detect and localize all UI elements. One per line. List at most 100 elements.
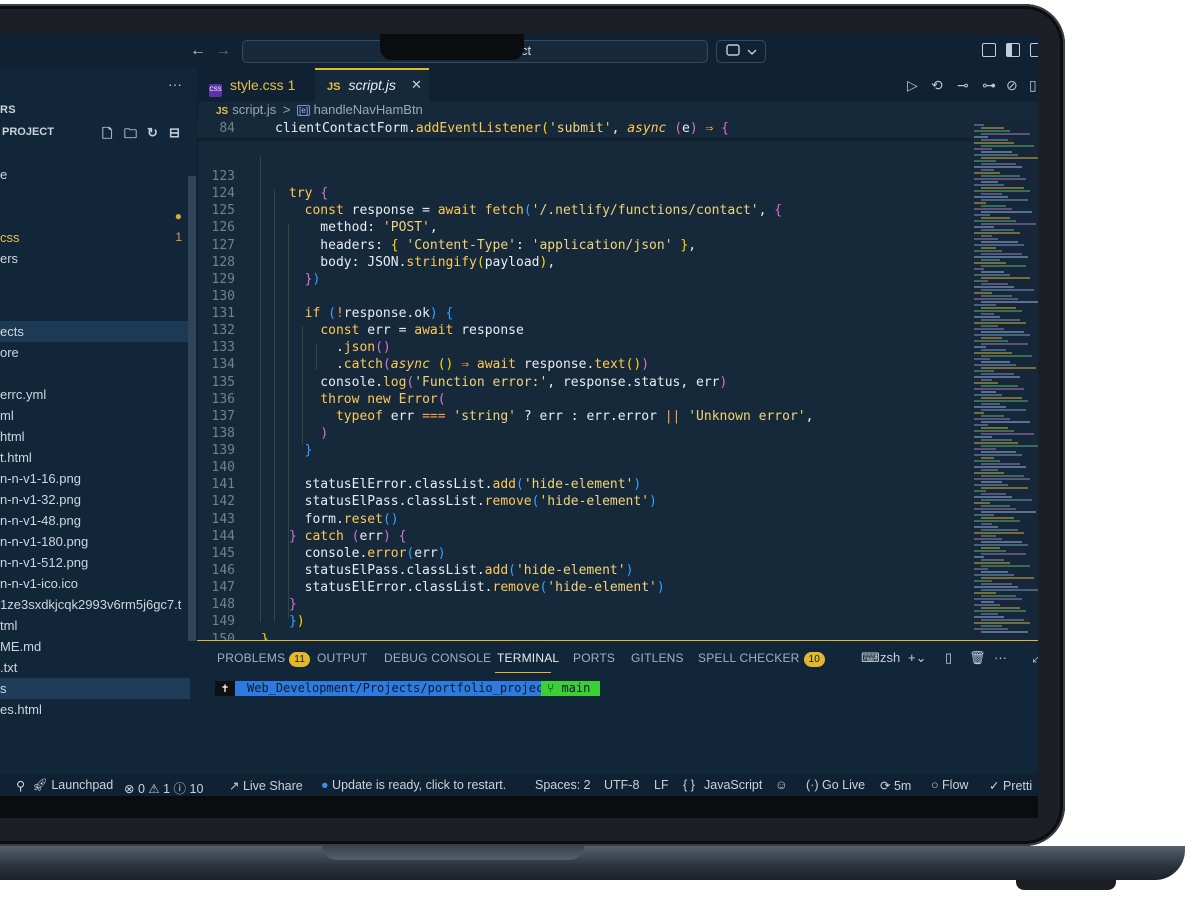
code-editor[interactable]: 123 124 try {125 const response = await fe… bbox=[197, 120, 972, 640]
copilot-status-icon[interactable]: ☺ bbox=[775, 778, 788, 792]
maximize-panel-icon[interactable]: ⤢ bbox=[1032, 650, 1038, 666]
panel-tab[interactable]: OUTPUT bbox=[317, 651, 368, 665]
file-label: 1ze3sxdkjcqk2993v6rm5j6gc7.t bbox=[0, 597, 182, 612]
file-tree-item[interactable]: errc.yml bbox=[0, 384, 190, 405]
new-folder-icon[interactable]: 🗀 bbox=[124, 125, 137, 147]
update-item[interactable]: ● Update is ready, click to restart. bbox=[321, 778, 506, 792]
file-tree-item[interactable]: t.html bbox=[0, 447, 190, 468]
split-editor-icon[interactable]: ▯ bbox=[1029, 77, 1037, 94]
terminal-shell-label[interactable]: zsh bbox=[880, 650, 900, 665]
indentation-item[interactable]: Spaces: 2 bbox=[535, 778, 591, 792]
minimap-line bbox=[981, 445, 1038, 447]
forward-icon[interactable]: → bbox=[215, 42, 231, 60]
minimap-line bbox=[981, 391, 996, 393]
minimap-line bbox=[981, 433, 1034, 435]
prettier-item[interactable]: ✓ Pretti bbox=[989, 778, 1032, 793]
more-actions-icon[interactable]: ··· bbox=[168, 76, 182, 92]
git-next-change-icon[interactable]: ⊶ bbox=[982, 77, 996, 94]
close-tab-icon[interactable]: ✕ bbox=[411, 70, 422, 100]
code-line: body: JSON.stringify(payload), bbox=[289, 254, 556, 270]
file-tree-item[interactable]: html bbox=[0, 426, 190, 447]
file-tree-item[interactable]: ● bbox=[0, 206, 190, 227]
git-compare-previous-icon[interactable]: ⟲ bbox=[931, 77, 943, 94]
panel-tab[interactable]: SPELL CHECKER 10 bbox=[698, 651, 826, 667]
panel-tab[interactable]: DEBUG CONSOLE bbox=[384, 651, 491, 665]
file-tree-item[interactable]: ml bbox=[0, 405, 190, 426]
line-number: 126 bbox=[211, 220, 235, 236]
file-status-badge: ● bbox=[174, 209, 182, 223]
timer-item[interactable]: ⟳ 5m bbox=[880, 778, 911, 793]
back-icon[interactable]: ← bbox=[190, 42, 206, 60]
git-blame-icon[interactable]: ⊘ bbox=[1006, 77, 1018, 94]
toggle-panel-icon[interactable] bbox=[1006, 43, 1020, 57]
git-commit-icon[interactable]: ⊸ bbox=[957, 77, 969, 94]
file-tree-item[interactable]: ore bbox=[0, 342, 190, 363]
minimap-line bbox=[974, 586, 1018, 588]
minimap-line bbox=[981, 259, 1000, 261]
problems-status[interactable]: ⊗ 0 ⚠ 1 ⓘ 10 bbox=[124, 778, 203, 797]
trash-icon[interactable]: 🗑 bbox=[969, 650, 986, 666]
tab-style-css[interactable]: CSS style.css 1 bbox=[197, 68, 313, 102]
breadcrumb: JS script.js > [e] handleNavHamBtn bbox=[216, 102, 423, 120]
language-mode-item[interactable]: JavaScript bbox=[704, 778, 762, 792]
minimap[interactable] bbox=[972, 120, 1038, 640]
file-tree-item[interactable]: n-n-v1-180.png bbox=[0, 531, 190, 552]
file-tree-item[interactable]: 1ze3sxdkjcqk2993v6rm5j6gc7.t bbox=[0, 594, 190, 615]
panel-tab[interactable]: TERMINAL bbox=[497, 651, 559, 665]
file-tree-item[interactable]: es.html bbox=[0, 699, 190, 720]
minimap-line bbox=[974, 334, 1030, 336]
minimap-line bbox=[981, 241, 1018, 243]
launchpad-item[interactable]: 🚀︎ Launchpad bbox=[32, 778, 113, 793]
file-label: n-n-v1-180.png bbox=[0, 534, 89, 549]
minimap-line bbox=[974, 520, 1020, 522]
file-label: s bbox=[0, 681, 7, 696]
panel-tab[interactable]: GITLENS bbox=[631, 651, 684, 665]
copilot-button[interactable] bbox=[716, 40, 766, 63]
code-line: } bbox=[289, 597, 297, 613]
file-tree-item[interactable]: ects bbox=[0, 321, 190, 342]
file-tree-item[interactable]: n-n-v1-48.png bbox=[0, 510, 190, 531]
sidebar-scrollbar[interactable] bbox=[188, 176, 196, 641]
go-live-item[interactable]: (·) Go Live bbox=[806, 778, 865, 792]
layout-icon[interactable] bbox=[1030, 43, 1038, 57]
run-icon[interactable]: ▷ bbox=[907, 77, 918, 94]
split-terminal-icon[interactable]: ▯ bbox=[945, 650, 952, 666]
eol-item[interactable]: LF bbox=[654, 778, 669, 792]
file-tree-item[interactable]: tml bbox=[0, 615, 190, 636]
file-tree-item[interactable]: n-n-v1-512.png bbox=[0, 552, 190, 573]
panel-tab-label: SPELL CHECKER bbox=[698, 651, 800, 665]
code-line: statusElError.classList.remove('hide-ele… bbox=[289, 580, 665, 596]
file-tree-item[interactable]: .txt bbox=[0, 657, 190, 678]
minimap-line bbox=[981, 379, 992, 381]
error-icon: ⊗ bbox=[124, 782, 135, 796]
code-line: const response = await fetch('/.netlify/… bbox=[304, 203, 783, 219]
toggle-sidebar-icon[interactable] bbox=[982, 43, 996, 57]
line-number: 142 bbox=[211, 494, 235, 510]
file-tree-item[interactable]: ers bbox=[0, 248, 190, 269]
file-tree-item[interactable]: s bbox=[0, 678, 190, 699]
refresh-icon[interactable]: ↻ bbox=[147, 125, 158, 141]
file-tree-item[interactable]: ME.md bbox=[0, 636, 190, 657]
file-tree-item[interactable]: e bbox=[0, 164, 190, 185]
new-file-icon[interactable]: 🗋 bbox=[102, 125, 112, 147]
breadcrumb-symbol[interactable]: handleNavHamBtn bbox=[314, 102, 423, 117]
panel-tab[interactable]: PORTS bbox=[573, 651, 615, 665]
file-tree-item[interactable]: n-n-v1-16.png bbox=[0, 468, 190, 489]
new-terminal-icon[interactable]: +⌄ bbox=[908, 650, 926, 666]
tab-script-js[interactable]: JS script.js ✕ bbox=[315, 68, 429, 102]
line-number: 149 bbox=[211, 614, 235, 630]
file-tree-item[interactable]: css 1 bbox=[0, 227, 190, 248]
file-tree-item[interactable]: n-n-v1-ico.ico bbox=[0, 573, 190, 594]
panel-tab[interactable]: PROBLEMS 11 bbox=[217, 651, 311, 667]
flow-item[interactable]: ○ Flow bbox=[931, 778, 968, 792]
line-number: 127 bbox=[211, 237, 235, 253]
live-share-item[interactable]: ↗ Live Share bbox=[229, 778, 303, 793]
project-header[interactable]: PROJECT 🗋 🗀 ↻ ⊟ bbox=[0, 122, 197, 144]
minimap-line bbox=[981, 133, 1030, 135]
encoding-item[interactable]: UTF-8 bbox=[604, 778, 639, 792]
breadcrumb-file[interactable]: script.js bbox=[232, 102, 276, 117]
file-tree-item[interactable]: n-n-v1-32.png bbox=[0, 489, 190, 510]
minimap-line bbox=[981, 397, 1022, 399]
collapse-all-icon[interactable]: ⊟ bbox=[169, 125, 180, 141]
more-actions-icon[interactable]: ··· bbox=[994, 650, 1007, 665]
